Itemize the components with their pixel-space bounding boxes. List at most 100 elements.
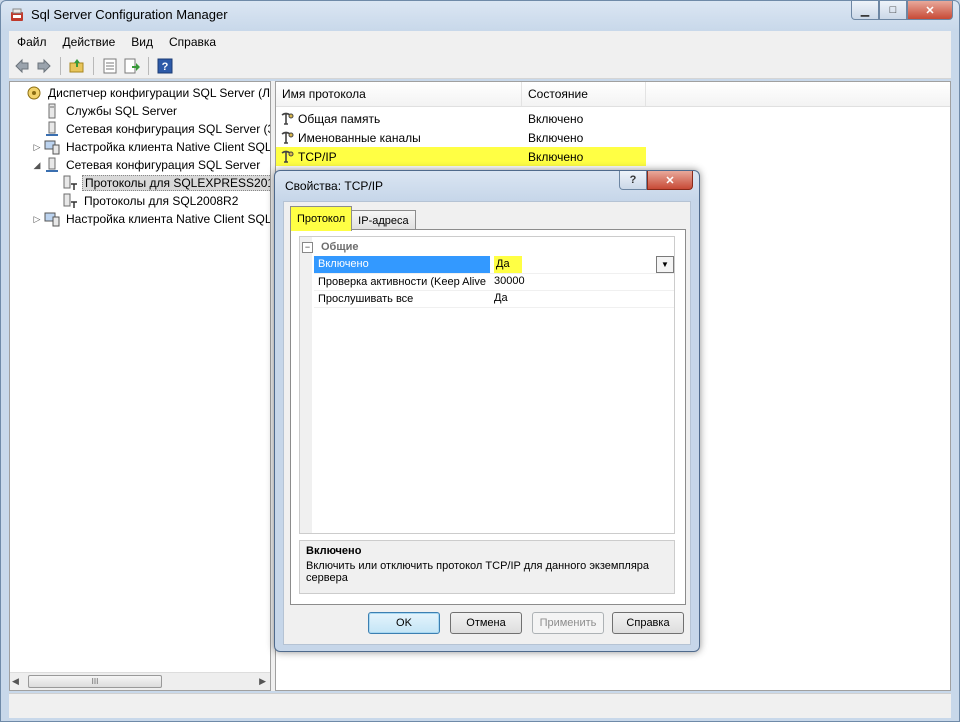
property-value-dropdown[interactable]: Да ▼ bbox=[490, 256, 674, 273]
property-value: Да bbox=[494, 256, 522, 273]
tree-item-label: Настройка клиента Native Client SQL ве bbox=[66, 212, 271, 226]
forward-button[interactable] bbox=[35, 57, 53, 75]
window-title: Sql Server Configuration Manager bbox=[31, 7, 228, 22]
dialog-title: Свойства: TCP/IP bbox=[285, 179, 384, 193]
property-value[interactable]: 30000 bbox=[490, 273, 674, 290]
menu-file[interactable]: Файл bbox=[9, 35, 55, 49]
dialog-tabs: Протокол IP-адреса bbox=[290, 206, 416, 231]
minimize-button[interactable]: ▁ bbox=[851, 1, 879, 20]
protocol-name: Именованные каналы bbox=[298, 130, 421, 145]
property-description: Включено Включить или отключить протокол… bbox=[299, 540, 675, 594]
title-bar[interactable]: Sql Server Configuration Manager ▁ □ ✕ bbox=[1, 1, 959, 29]
tree-pane: ▷ Настройка клиента Native Client SQL ве П… bbox=[9, 81, 271, 691]
help-icon: ? bbox=[157, 58, 173, 73]
services-icon bbox=[44, 103, 60, 119]
property-name: Проверка активности (Keep Alive bbox=[318, 275, 486, 288]
close-button[interactable]: ✕ bbox=[907, 1, 953, 20]
tree-item[interactable]: ◢ Сетевая конфигурация SQL Server bbox=[32, 156, 262, 174]
minimize-icon: ▁ bbox=[860, 4, 870, 17]
export-button[interactable] bbox=[123, 57, 141, 75]
table-row[interactable]: Именованные каналы Включено bbox=[276, 128, 646, 147]
svg-text:?: ? bbox=[162, 61, 169, 73]
protocol-state: Включено bbox=[528, 111, 584, 126]
tree-item-label: Службы SQL Server bbox=[66, 104, 178, 118]
protocol-state: Включено bbox=[528, 149, 584, 164]
tree-item-label: Настройка клиента Native Client SQL ве bbox=[66, 140, 271, 154]
help-dialog-button[interactable]: Справка bbox=[612, 612, 684, 634]
tab-ip-addresses[interactable]: IP-адреса bbox=[351, 210, 416, 231]
export-icon bbox=[124, 58, 140, 73]
maximize-button[interactable]: □ bbox=[879, 1, 907, 20]
close-icon: ✕ bbox=[925, 4, 935, 17]
tree-item[interactable]: ▷ Настройка клиента Native Client SQL ве bbox=[32, 138, 271, 156]
property-category[interactable]: − Общие bbox=[300, 239, 359, 255]
tree-item[interactable]: Службы SQL Server bbox=[32, 102, 179, 120]
chevron-down-icon[interactable]: ▼ bbox=[656, 256, 674, 273]
protocol-name: Общая память bbox=[298, 111, 381, 126]
column-header-state[interactable]: Состояние bbox=[522, 82, 646, 106]
up-folder-icon bbox=[69, 58, 84, 72]
property-name: Включено bbox=[314, 256, 490, 273]
maximize-icon: □ bbox=[889, 4, 897, 16]
properties-button[interactable] bbox=[101, 57, 119, 75]
table-row[interactable]: Общая память Включено bbox=[276, 109, 646, 128]
property-name: Прослушивать все bbox=[318, 292, 414, 305]
back-button[interactable] bbox=[13, 57, 31, 75]
description-text: Включить или отключить протокол TCP/IP д… bbox=[306, 560, 650, 584]
up-folder-button[interactable] bbox=[68, 57, 86, 75]
menu-bar: Файл Действие Вид Справка bbox=[9, 31, 951, 53]
tcpip-properties-dialog: Свойства: TCP/IP ? ✕ Протокол IP-адреса … bbox=[274, 170, 700, 652]
scroll-thumb[interactable]: III bbox=[28, 675, 162, 688]
back-icon bbox=[15, 58, 29, 73]
sql-config-manager-icon bbox=[11, 8, 23, 21]
dialog-help-button[interactable]: ? bbox=[619, 171, 647, 190]
cancel-button[interactable]: Отмена bbox=[450, 612, 522, 634]
tree-horizontal-scrollbar[interactable]: ◀ III ▶ bbox=[10, 672, 270, 690]
dialog-body: Протокол IP-адреса − Общие Включено Да ▼ bbox=[283, 201, 691, 645]
property-row-listen-all[interactable]: Прослушивать все Да bbox=[314, 290, 674, 308]
client-icon bbox=[44, 211, 60, 227]
category-label: Общие bbox=[321, 241, 359, 253]
tree-item-label: Протоколы для SQL2008R2 bbox=[84, 194, 239, 208]
tab-protocol[interactable]: Протокол bbox=[290, 206, 353, 231]
tree-item[interactable]: Сетевая конфигурация SQL Server (32-р bbox=[32, 120, 270, 138]
property-grid: − Общие Включено Да ▼ Проверка активност… bbox=[299, 236, 675, 534]
tree-expander-icon[interactable]: ▷ bbox=[32, 214, 42, 225]
description-title: Включено bbox=[306, 545, 362, 557]
dialog-close-button[interactable]: ✕ bbox=[647, 171, 693, 190]
menu-view[interactable]: Вид bbox=[123, 35, 161, 49]
sql-manager-icon bbox=[26, 85, 42, 101]
apply-button[interactable]: Применить bbox=[532, 612, 604, 634]
protocol-name: TCP/IP bbox=[298, 149, 337, 164]
collapse-icon[interactable]: − bbox=[302, 241, 313, 253]
close-icon: ✕ bbox=[665, 174, 675, 187]
tree-item[interactable]: Протоколы для SQLEXPRESS2012 bbox=[50, 174, 270, 192]
tree-expander-icon[interactable]: ▷ bbox=[32, 142, 42, 153]
protocols-icon bbox=[62, 175, 78, 191]
property-row-keep-alive[interactable]: Проверка активности (Keep Alive 30000 bbox=[314, 273, 674, 291]
tree-item[interactable]: Протоколы для SQL2008R2 bbox=[50, 192, 240, 210]
properties-icon bbox=[103, 58, 117, 73]
tab-page-protocol: − Общие Включено Да ▼ Проверка активност… bbox=[290, 229, 686, 605]
protocol-icon bbox=[280, 130, 296, 146]
toolbar-separator bbox=[93, 56, 94, 75]
tree-item[interactable]: ▷ Настройка клиента Native Client SQL ве bbox=[32, 210, 271, 228]
table-row[interactable]: TCP/IP Включено bbox=[276, 147, 646, 166]
scroll-left-icon[interactable]: ◀ bbox=[12, 676, 19, 687]
menu-action[interactable]: Действие bbox=[55, 35, 124, 49]
tree-item-label: Протоколы для SQLEXPRESS2012 bbox=[82, 175, 270, 191]
scroll-right-icon[interactable]: ▶ bbox=[259, 676, 266, 687]
tree-item[interactable]: Диспетчер конфигурации SQL Server (Лока bbox=[14, 84, 270, 102]
ok-button[interactable]: OK bbox=[368, 612, 440, 634]
network-icon bbox=[44, 121, 60, 137]
forward-icon bbox=[37, 58, 51, 73]
tree-expander-icon[interactable]: ◢ bbox=[32, 160, 42, 171]
dialog-buttons: OK Отмена Применить Справка bbox=[284, 612, 690, 636]
property-row-enabled[interactable]: Включено Да ▼ bbox=[314, 256, 674, 274]
network-icon bbox=[44, 157, 60, 173]
column-header-protocol-name[interactable]: Имя протокола bbox=[276, 82, 522, 106]
tree-item-label: Сетевая конфигурация SQL Server bbox=[66, 158, 261, 172]
property-value[interactable]: Да bbox=[490, 290, 674, 307]
help-button[interactable]: ? bbox=[156, 57, 174, 75]
menu-help[interactable]: Справка bbox=[161, 35, 224, 49]
